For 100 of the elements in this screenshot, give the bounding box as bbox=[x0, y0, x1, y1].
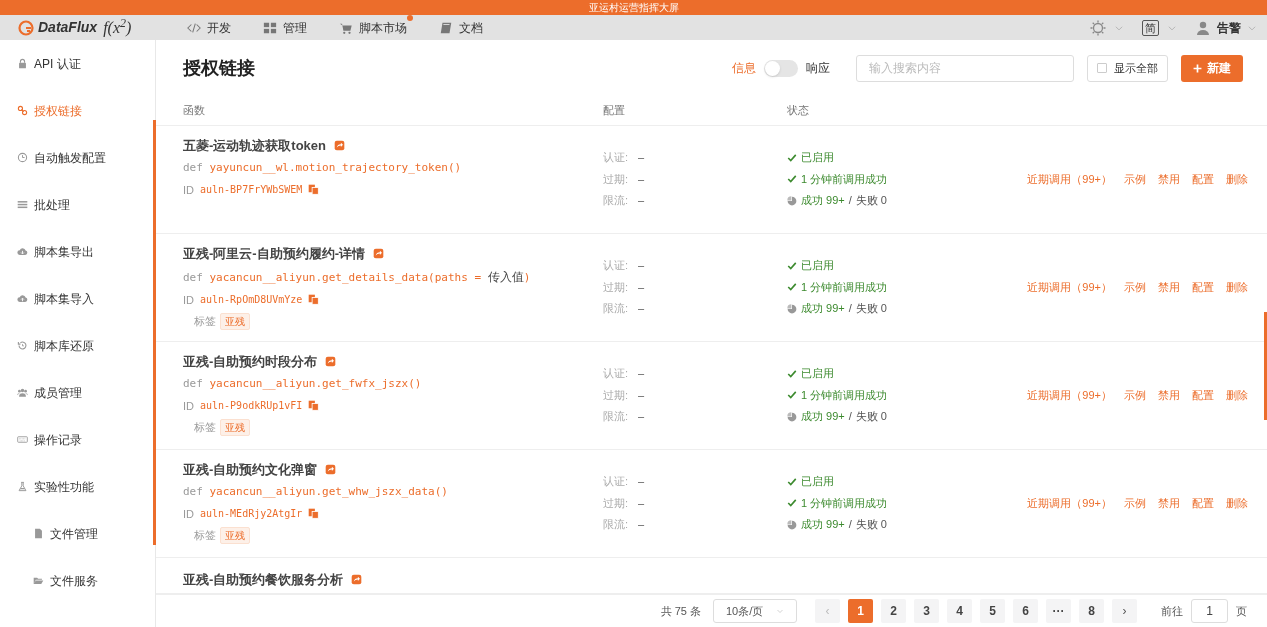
status-text: 已启用 bbox=[801, 258, 834, 274]
page-button[interactable]: ··· bbox=[1046, 599, 1071, 623]
share-icon bbox=[351, 573, 363, 585]
config-value: – bbox=[638, 517, 645, 533]
check-icon bbox=[787, 152, 797, 163]
clock-icon bbox=[17, 152, 28, 163]
config-label: 限流: bbox=[603, 517, 629, 533]
function-signature: def yayuncun__wl.motion_trajectory_token() bbox=[183, 160, 463, 176]
page-size-select[interactable]: 10条/页 bbox=[713, 599, 797, 623]
id-value: auln-RpOmD8UVmYze bbox=[200, 293, 303, 308]
config-label: 认证: bbox=[603, 258, 629, 274]
nav-link[interactable]: 开发 bbox=[187, 18, 231, 37]
user-name[interactable]: 告警 bbox=[1217, 18, 1241, 37]
function-title: 亚残-自助预约时段分布 bbox=[183, 352, 318, 371]
status-text: 已启用 bbox=[801, 366, 834, 382]
sidebar-item[interactable]: 成员管理 bbox=[0, 369, 155, 416]
tag-label: 标签 bbox=[194, 528, 216, 544]
check-icon bbox=[787, 260, 797, 271]
config-value: – bbox=[638, 279, 645, 295]
check-icon bbox=[787, 390, 797, 400]
status-text: 1 分钟前调用成功 bbox=[801, 495, 888, 511]
copy-icon bbox=[308, 508, 320, 520]
separator-slash: / bbox=[848, 301, 852, 317]
config-value: – bbox=[638, 258, 645, 274]
copy-icon bbox=[308, 294, 320, 306]
config-label: 限流: bbox=[603, 301, 629, 317]
success-count: 成功 99+ bbox=[801, 517, 845, 533]
scrollbar[interactable] bbox=[1264, 312, 1267, 420]
nav-link[interactable]: 文档 bbox=[439, 18, 483, 37]
status-text: 1 分钟前调用成功 bbox=[801, 279, 888, 295]
check-icon bbox=[787, 282, 797, 292]
config-value: – bbox=[638, 366, 645, 382]
config-value: – bbox=[638, 150, 645, 166]
status-text: 1 分钟前调用成功 bbox=[801, 387, 888, 403]
failure-count: 失败 0 bbox=[855, 301, 887, 317]
lock-icon bbox=[17, 58, 28, 69]
config-label: 限流: bbox=[603, 193, 629, 209]
id-label: ID bbox=[183, 292, 194, 308]
share-icon bbox=[325, 463, 337, 475]
column-header: 函数 bbox=[183, 104, 205, 116]
separator-slash: / bbox=[848, 517, 852, 533]
separator-slash: / bbox=[848, 409, 852, 425]
total-count: 共 75 条 bbox=[660, 603, 701, 619]
sidebar-item[interactable]: 实验性功能 bbox=[0, 463, 155, 510]
separator-slash: / bbox=[848, 193, 852, 209]
scrollbar[interactable] bbox=[153, 120, 156, 545]
config-label: 过期: bbox=[603, 495, 629, 511]
check-icon bbox=[787, 498, 797, 508]
status-text: 1 分钟前调用成功 bbox=[801, 171, 888, 187]
copy-icon bbox=[308, 400, 320, 412]
sidebar-item[interactable]: 脚本库还原 bbox=[0, 322, 155, 369]
share-icon bbox=[334, 139, 345, 151]
next-page-button[interactable]: › bbox=[1112, 599, 1137, 623]
config-value: – bbox=[638, 387, 645, 403]
keyboard-icon bbox=[17, 434, 28, 445]
nav-link[interactable]: 脚本市场 bbox=[339, 18, 407, 37]
file-icon bbox=[33, 528, 44, 539]
sidebar-item[interactable]: 脚本集导出 bbox=[0, 228, 155, 275]
page-button[interactable]: 3 bbox=[914, 599, 939, 623]
sidebar-item[interactable]: API 认证 bbox=[0, 40, 155, 87]
show-all-checkbox[interactable]: 显示全部 bbox=[1087, 54, 1168, 82]
function-signature: def yacancun__aliyun.get_whw_jszx_data() bbox=[183, 484, 449, 500]
page-button[interactable]: 5 bbox=[980, 599, 1005, 623]
config-label: 认证: bbox=[603, 366, 629, 382]
toggle-switch[interactable] bbox=[764, 59, 798, 77]
sidebar-item[interactable]: 批处理 bbox=[0, 181, 155, 228]
search-field[interactable]: 输入搜索内容 bbox=[856, 54, 1074, 82]
page-button[interactable]: 2 bbox=[881, 599, 906, 623]
copy-icon bbox=[308, 184, 320, 196]
nav-link[interactable]: 管理 bbox=[263, 18, 307, 37]
column-header: 配置 bbox=[603, 104, 625, 116]
function-title: 五菱-运动轨迹获取token bbox=[183, 136, 326, 155]
toggle-label: 信息 bbox=[732, 60, 756, 77]
config-value: – bbox=[638, 495, 645, 511]
config-value: – bbox=[638, 171, 645, 187]
config-value: – bbox=[638, 474, 645, 490]
cloud-download-icon bbox=[17, 246, 28, 257]
sidebar-item[interactable]: 文件管理 bbox=[0, 510, 155, 557]
function-signature: def yacancun__aliyun.get_details_data(paths = 传入值) bbox=[183, 269, 532, 286]
logo-icon bbox=[18, 19, 34, 36]
page-button[interactable]: 8 bbox=[1079, 599, 1104, 623]
id-value: auln-BP7FrYWbSWEM bbox=[200, 183, 303, 198]
id-label: ID bbox=[183, 182, 194, 198]
failure-count: 失败 0 bbox=[855, 409, 887, 425]
flask-icon bbox=[17, 481, 28, 492]
config-label: 限流: bbox=[603, 409, 629, 425]
sidebar-item[interactable]: 脚本集导入 bbox=[0, 275, 155, 322]
check-icon bbox=[787, 476, 797, 487]
status-text: 已启用 bbox=[801, 150, 834, 166]
id-label: ID bbox=[183, 398, 194, 414]
share-icon bbox=[325, 355, 337, 367]
sidebar-item[interactable]: 文件服务 bbox=[0, 557, 155, 604]
page-input[interactable]: 1 bbox=[1191, 599, 1228, 623]
logo-formula: f(x$^{2}$) bbox=[103, 15, 132, 39]
config-value: – bbox=[638, 301, 645, 317]
page-button[interactable]: 6 bbox=[1013, 599, 1038, 623]
sidebar-item[interactable]: 自动触发配置 bbox=[0, 134, 155, 181]
language-selector[interactable]: 简 bbox=[1142, 19, 1159, 36]
page-button[interactable]: 4 bbox=[947, 599, 972, 623]
sidebar-item[interactable]: 操作记录 bbox=[0, 416, 155, 463]
